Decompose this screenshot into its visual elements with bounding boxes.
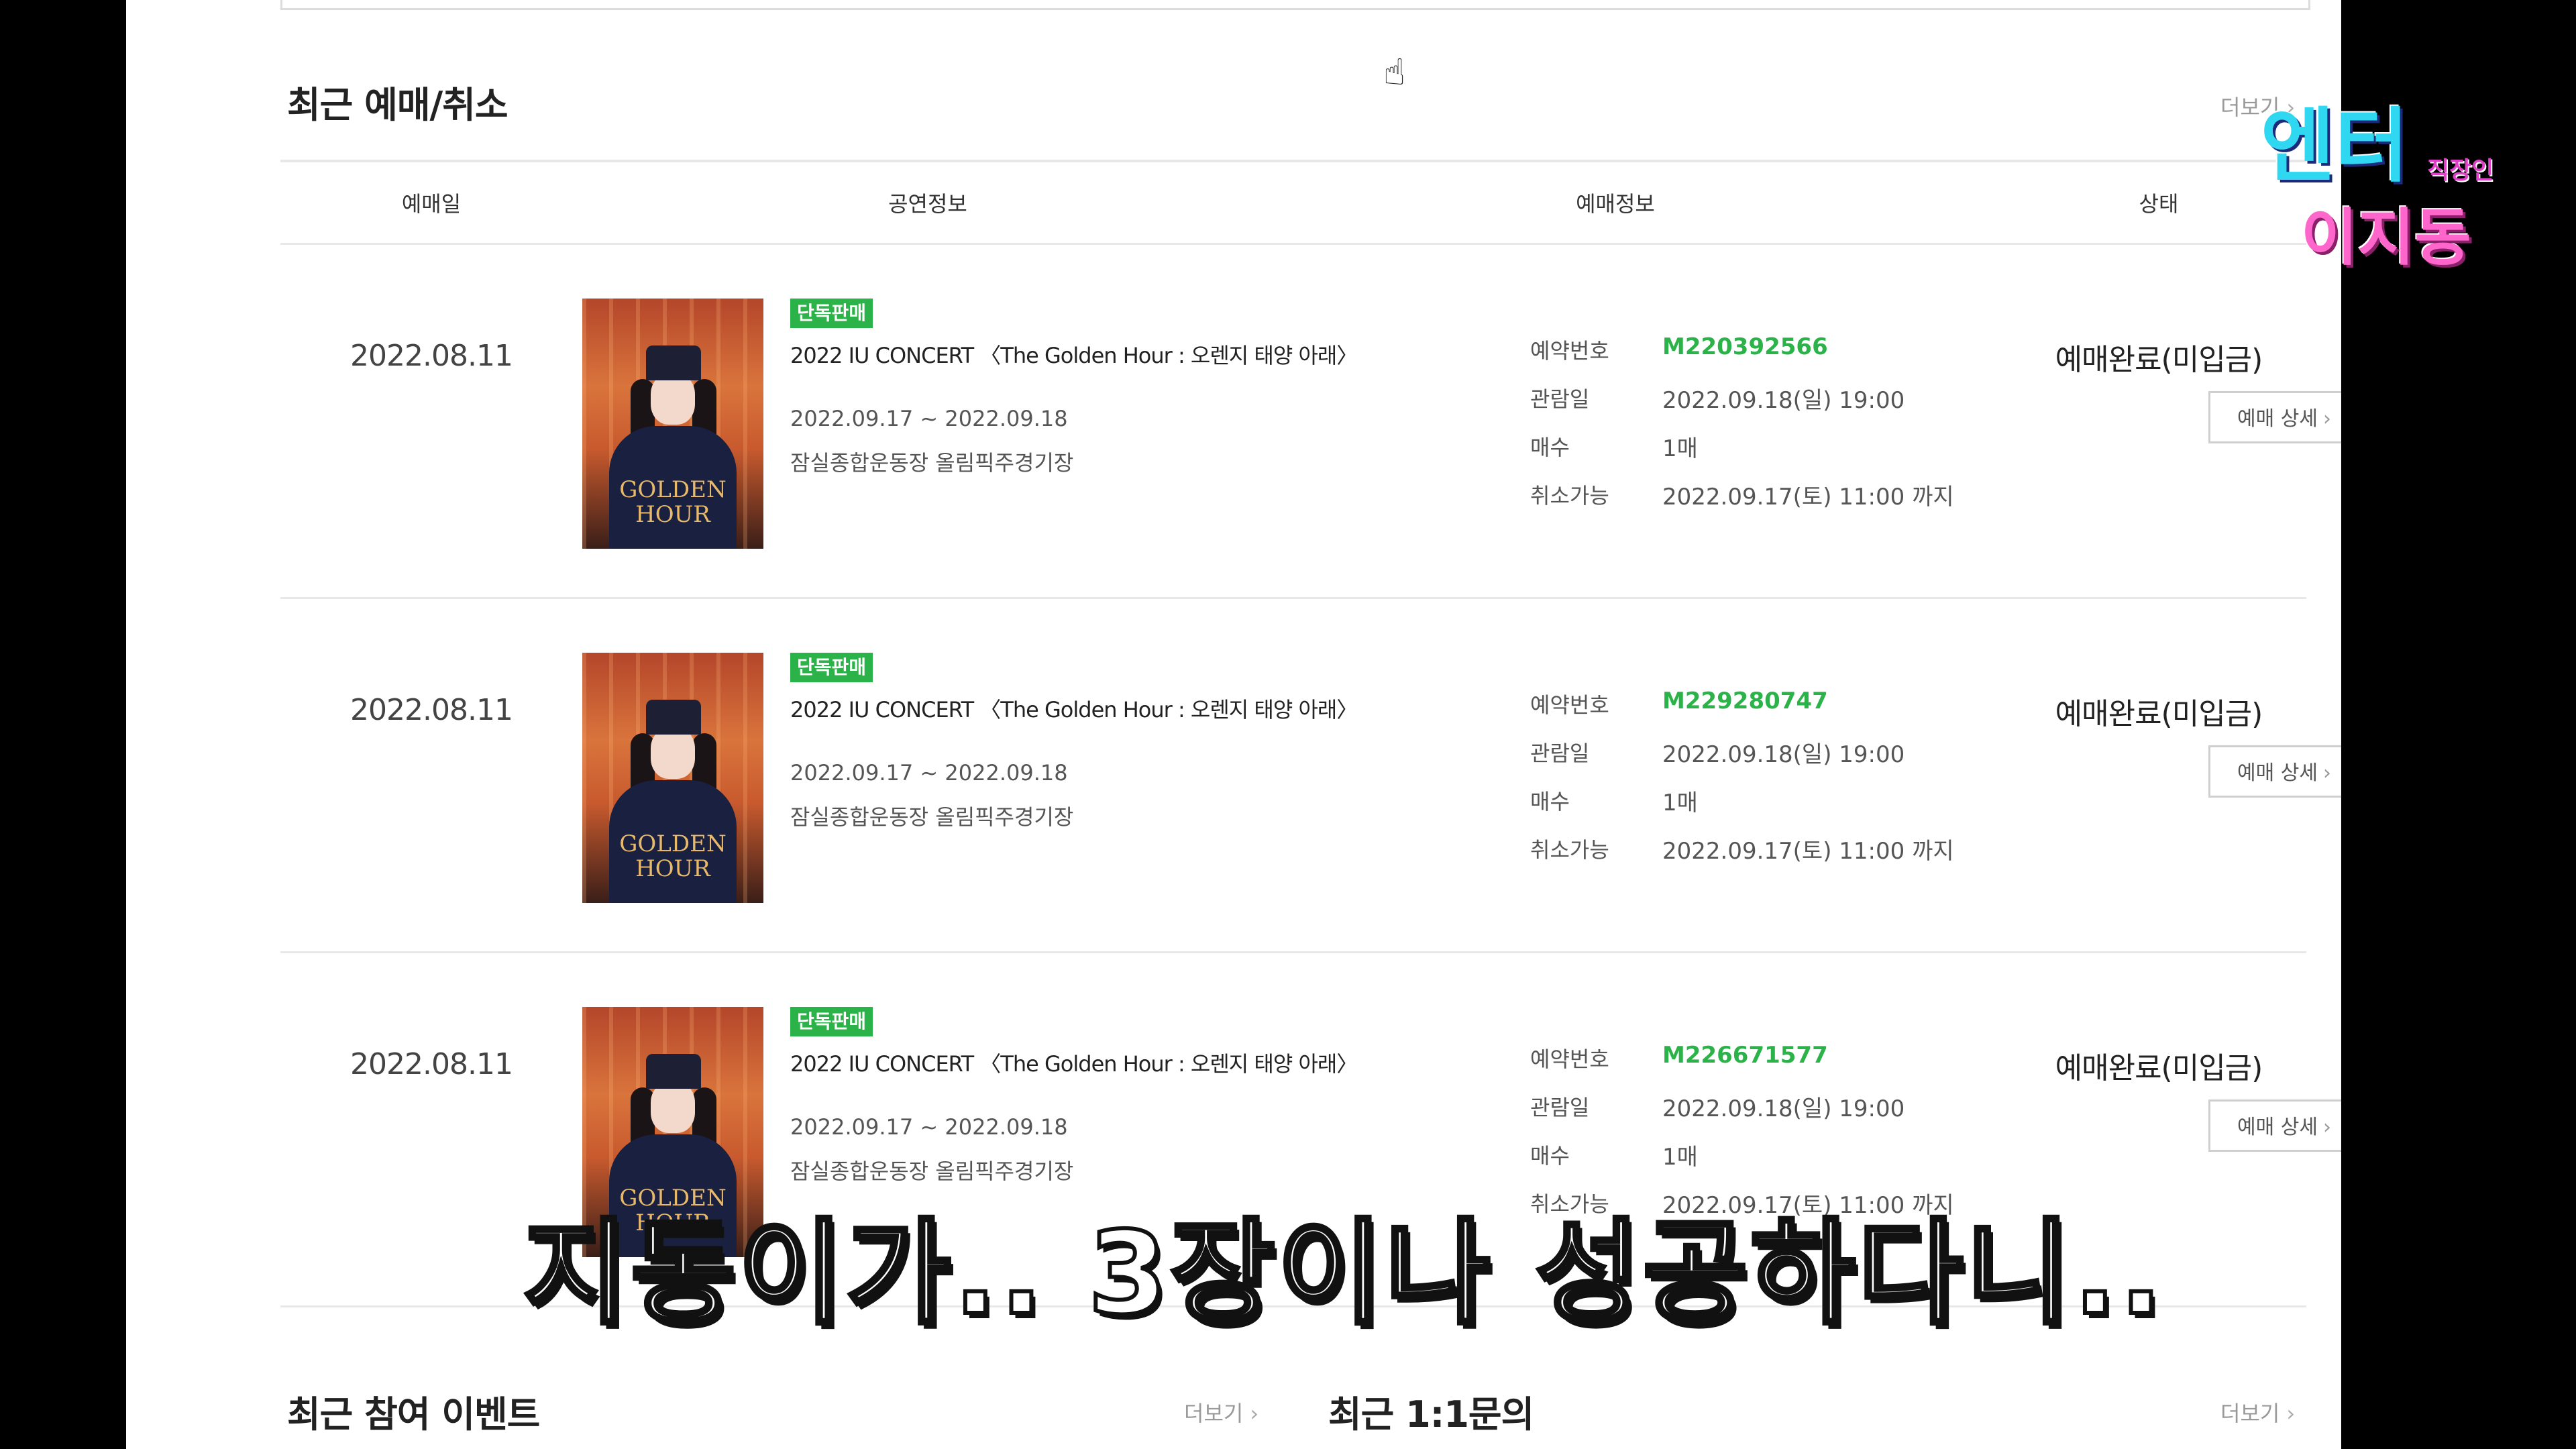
booking-date: 2022.08.11: [350, 693, 513, 727]
reservation-no-value: M226671577: [1662, 1042, 1828, 1069]
video-caption: 지동이가.. 3장이나 성공하다니..: [521, 1205, 2165, 1342]
exclusive-badge: 단독판매: [790, 1007, 873, 1036]
reservation-no-label: 예약번호: [1530, 1046, 1609, 1072]
booking-detail-label: 예매 상세: [2237, 1116, 2318, 1139]
chevron-right-icon: ›: [2286, 1401, 2296, 1426]
more-label: 더보기: [2220, 1401, 2280, 1426]
reservation-no-label: 예약번호: [1530, 338, 1609, 364]
table-top-divider: [280, 160, 2306, 162]
chevron-right-icon: ›: [1250, 1401, 1259, 1426]
booking-detail-label: 예매 상세: [2237, 407, 2318, 431]
top-box-border: [280, 0, 2310, 10]
show-venue: 잠실종합운동장 올림픽주경기장: [790, 450, 1074, 476]
table-row: 2022.08.11 GOLDEN HOUR 단독판매 2022 IU CONC…: [280, 599, 2341, 953]
show-period: 2022.09.17 ~ 2022.09.18: [790, 760, 1068, 786]
booking-date: 2022.08.11: [350, 1047, 513, 1081]
channel-logo: 엔터 직장인 이지동: [2261, 80, 2502, 274]
exclusive-badge: 단독판매: [790, 299, 873, 328]
view-date-label: 관람일: [1530, 741, 1590, 766]
cancel-deadline-label: 취소가능: [1530, 483, 1609, 508]
header-booking-date: 예매일: [401, 191, 462, 217]
chevron-right-icon: ›: [2322, 761, 2331, 785]
header-show-info: 공연정보: [888, 191, 967, 217]
booking-detail-button[interactable]: 예매 상세 ›: [2208, 1099, 2341, 1152]
more-label: 더보기: [1184, 1401, 1244, 1426]
logo-main-text: 엔터: [2261, 100, 2409, 193]
concert-title-link[interactable]: 2022 IU CONCERT 〈The Golden Hour : 오렌지 태…: [790, 339, 1358, 370]
reservation-no-label: 예약번호: [1530, 692, 1609, 718]
show-venue: 잠실종합운동장 올림픽주경기장: [790, 804, 1074, 830]
ticket-count-label: 매수: [1530, 435, 1570, 460]
concert-poster-image[interactable]: GOLDEN HOUR: [582, 299, 763, 549]
cancel-deadline-value: 2022.09.17(토) 11:00 까지: [1662, 838, 1954, 865]
poster-title: GOLDEN: [619, 830, 727, 857]
view-date-value: 2022.09.18(일) 19:00: [1662, 741, 1905, 768]
table-header: 예매일 공연정보 예매정보 상태: [280, 164, 2306, 244]
header-booking-info: 예매정보: [1576, 191, 1655, 217]
recent-inquiry-title: 최근 1:1문의: [1328, 1393, 1534, 1436]
view-date-label: 관람일: [1530, 386, 1590, 412]
concert-title-link[interactable]: 2022 IU CONCERT 〈The Golden Hour : 오렌지 태…: [790, 693, 1358, 724]
logo-sub-text: 직장인: [2427, 157, 2494, 184]
reservation-no-value: M229280747: [1662, 688, 1828, 714]
header-status: 상태: [2139, 191, 2179, 217]
view-date-value: 2022.09.18(일) 19:00: [1662, 387, 1905, 414]
recent-event-more-link[interactable]: 더보기 ›: [1184, 1397, 1258, 1428]
reservation-no-value: M220392566: [1662, 333, 1828, 360]
booking-date: 2022.08.11: [350, 339, 513, 373]
booking-status: 예매완료(미입금): [2055, 697, 2263, 731]
recent-inquiry-more-link[interactable]: 더보기 ›: [2220, 1397, 2295, 1428]
ticket-count-value: 1매: [1662, 1144, 1698, 1171]
show-period: 2022.09.17 ~ 2022.09.18: [790, 406, 1068, 431]
chevron-right-icon: ›: [2322, 1116, 2331, 1139]
hand-pointer-icon: ☝: [1383, 51, 1405, 93]
booking-detail-label: 예매 상세: [2237, 761, 2318, 785]
table-row: 2022.08.11 GOLDEN HOUR 단독판매 2022 IU CONC…: [280, 245, 2341, 599]
booking-detail-button[interactable]: 예매 상세 ›: [2208, 391, 2341, 443]
recent-booking-title: 최근 예매/취소: [287, 84, 508, 126]
booking-detail-button[interactable]: 예매 상세 ›: [2208, 745, 2341, 798]
ticket-count-value: 1매: [1662, 435, 1698, 462]
view-date-value: 2022.09.18(일) 19:00: [1662, 1095, 1905, 1122]
ticket-count-value: 1매: [1662, 790, 1698, 816]
ticket-count-label: 매수: [1530, 1143, 1570, 1169]
booking-status: 예매완료(미입금): [2055, 1051, 2263, 1085]
booking-status: 예매완료(미입금): [2055, 343, 2263, 377]
exclusive-badge: 단독판매: [790, 653, 873, 682]
cancel-deadline-label: 취소가능: [1530, 837, 1609, 863]
recent-event-title: 최근 참여 이벤트: [287, 1393, 540, 1436]
concert-poster-image[interactable]: GOLDEN HOUR: [582, 653, 763, 903]
ticket-count-label: 매수: [1530, 789, 1570, 814]
poster-title: HOUR: [635, 855, 710, 882]
poster-title: HOUR: [635, 501, 710, 528]
logo-name-text: 이지동: [2301, 202, 2471, 274]
concert-title-link[interactable]: 2022 IU CONCERT 〈The Golden Hour : 오렌지 태…: [790, 1047, 1358, 1078]
poster-title: GOLDEN: [619, 476, 727, 503]
chevron-right-icon: ›: [2322, 407, 2331, 431]
cancel-deadline-value: 2022.09.17(토) 11:00 까지: [1662, 484, 1954, 511]
show-period: 2022.09.17 ~ 2022.09.18: [790, 1114, 1068, 1140]
view-date-label: 관람일: [1530, 1095, 1590, 1120]
